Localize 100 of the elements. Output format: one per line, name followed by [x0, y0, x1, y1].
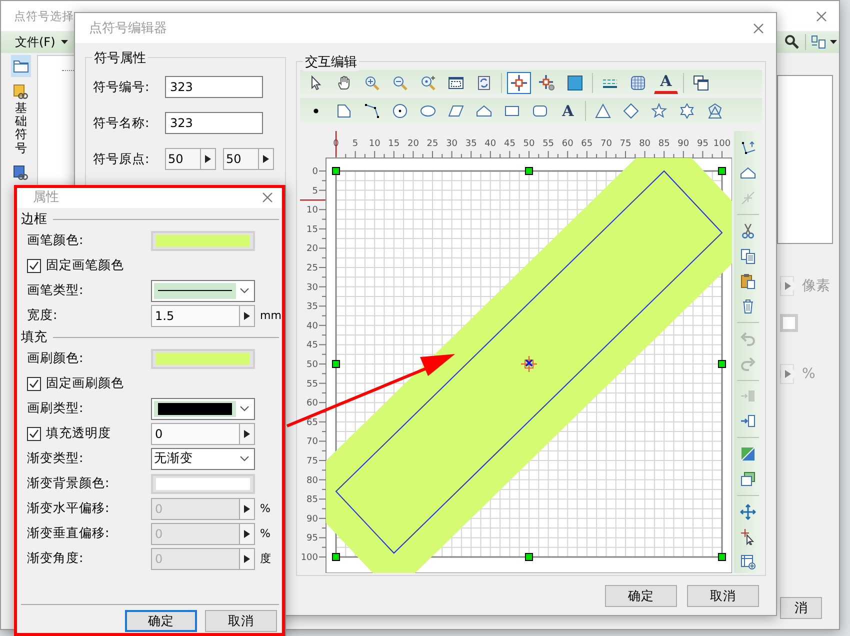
circle-dot-icon — [392, 102, 408, 118]
close-icon — [262, 192, 273, 202]
undo-icon — [740, 330, 756, 347]
zoom-out-icon — [392, 74, 408, 90]
text-field[interactable]: 323 — [165, 76, 263, 98]
right-triangle-icon — [784, 370, 790, 378]
six-point-star-icon — [679, 102, 695, 118]
resize-handle[interactable] — [332, 167, 340, 175]
text-color-tool-button[interactable]: A — [654, 72, 678, 94]
close-icon — [753, 22, 764, 34]
resize-handle[interactable] — [718, 553, 726, 561]
unit-label: % — [259, 527, 272, 540]
parallelogram-icon — [448, 102, 464, 118]
ruler-label: 25 — [426, 139, 438, 149]
number-spinner[interactable]: 0 — [151, 422, 255, 444]
group-title: 符号属性 — [92, 49, 148, 67]
resize-handle[interactable] — [718, 167, 726, 175]
close-icon — [816, 10, 827, 22]
ruler-label: 5 — [352, 139, 358, 149]
ruler-label: 65 — [581, 139, 593, 149]
close-button[interactable] — [814, 8, 829, 24]
zoom-in-icon — [364, 74, 380, 90]
chevron-down-icon — [240, 406, 248, 412]
crosshair-tool-button[interactable] — [507, 72, 531, 94]
field-label: 符号名称: — [93, 114, 150, 132]
color-picker[interactable] — [151, 348, 255, 368]
ruler-label: 100 — [300, 553, 318, 563]
cancel-button[interactable]: 消 — [780, 597, 822, 619]
unit-label: 度 — [259, 551, 272, 566]
sidebar-tab[interactable]: 基础符号 — [11, 81, 31, 158]
ruler-label: 0 — [312, 167, 318, 177]
checkmark-icon — [29, 260, 39, 270]
field-label: 渐变类型: — [27, 450, 84, 467]
resize-handle[interactable] — [525, 167, 533, 175]
paste-icon — [740, 272, 756, 289]
group-title: 交互编辑 — [303, 53, 359, 71]
origin-marker-icon — [520, 355, 538, 373]
right-triangle-icon — [205, 155, 211, 163]
dialog-button[interactable]: 确定 — [605, 585, 677, 607]
line-style-dropdown[interactable] — [151, 280, 255, 302]
resize-handle[interactable] — [718, 360, 726, 368]
number-spinner[interactable]: 50 — [165, 148, 216, 170]
ruler-label: 45 — [306, 340, 318, 351]
field-label: 渐变水平偏移: — [27, 500, 110, 517]
diagonal-square-icon — [740, 446, 756, 462]
close-button[interactable] — [260, 190, 275, 204]
redo-icon — [740, 356, 756, 372]
color-picker[interactable] — [151, 474, 255, 494]
unit-label: 像素 — [802, 277, 830, 295]
window-title: 属性 — [33, 189, 60, 206]
right-triangle-icon — [244, 530, 250, 538]
corner-shape-icon — [336, 102, 352, 118]
grid-icon — [630, 74, 646, 90]
diamond-icon — [623, 102, 639, 118]
number-spinner[interactable]: 50 — [223, 148, 274, 170]
ruler-label: 65 — [306, 418, 318, 428]
resize-handle[interactable] — [332, 360, 340, 368]
number-spinner[interactable]: 1.5 — [151, 304, 255, 326]
layout-button[interactable] — [810, 34, 838, 50]
ruler-label: 15 — [306, 224, 318, 235]
resize-handle[interactable] — [525, 553, 533, 561]
search-icon — [784, 34, 800, 50]
text-tool-button[interactable]: A — [556, 100, 580, 122]
crosshair-gear-icon — [539, 74, 555, 90]
ruler-label: 10 — [368, 139, 380, 149]
dialog-button[interactable]: 确定 — [125, 610, 197, 632]
field-label: 画笔颜色: — [27, 232, 84, 249]
ruler-label: 95 — [696, 139, 708, 149]
search-button[interactable] — [783, 34, 801, 50]
window-title: 点符号选择 — [14, 8, 75, 24]
right-triangle-icon — [244, 312, 250, 320]
zoom-query-icon — [420, 74, 436, 90]
spin-arrow-button[interactable] — [780, 364, 794, 384]
text-field[interactable]: 323 — [165, 112, 263, 134]
dialog-button[interactable]: 取消 — [687, 585, 759, 607]
field-label: 渐变垂直偏移: — [27, 525, 110, 542]
dropdown-button[interactable] — [59, 40, 70, 44]
brush-style-dropdown[interactable] — [151, 398, 255, 420]
ruler-label: 30 — [446, 139, 458, 149]
spin-arrow-button[interactable] — [780, 276, 794, 296]
close-button[interactable] — [751, 20, 766, 36]
field-label: 宽度: — [27, 307, 58, 324]
checkbox[interactable]: 固定画笔颜色 — [27, 257, 151, 274]
frame-select-icon — [740, 554, 756, 570]
menu-item[interactable]: 文件(F) — [11, 34, 60, 50]
filled-square-icon — [567, 74, 583, 90]
ruler-label: 55 — [306, 379, 318, 390]
ellipse-icon — [420, 102, 436, 118]
checkbox[interactable]: 填充透明度 — [27, 425, 151, 442]
ruler-label: 85 — [306, 495, 318, 506]
dialog-button[interactable]: 取消 — [205, 610, 277, 632]
ruler-label: 90 — [678, 139, 690, 149]
gradient-type-dropdown[interactable]: 无渐变 — [151, 448, 255, 470]
sidebar-tab[interactable] — [11, 55, 31, 77]
color-picker[interactable] — [151, 230, 255, 250]
color-box[interactable] — [780, 314, 798, 332]
library-icon — [13, 84, 29, 100]
resize-handle[interactable] — [332, 553, 340, 561]
crosshair-icon — [511, 74, 527, 90]
checkbox[interactable]: 固定画刷颜色 — [27, 375, 151, 392]
